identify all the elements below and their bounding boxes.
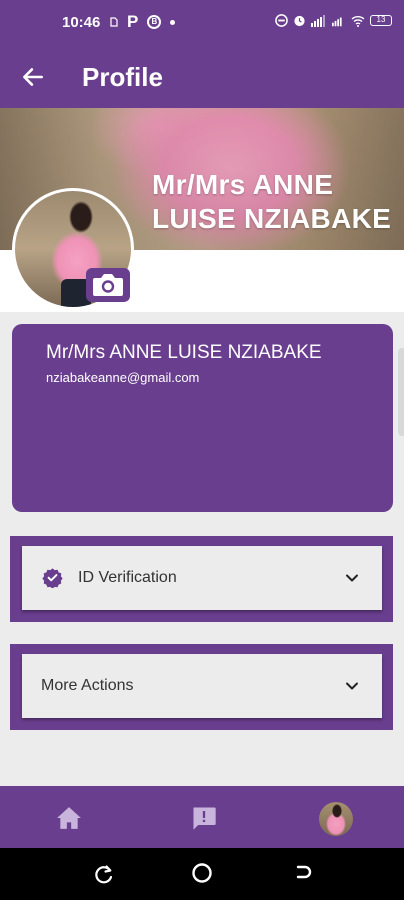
b-badge-icon: B	[147, 15, 162, 29]
chevron-down-icon[interactable]	[344, 570, 360, 586]
feedback-icon[interactable]	[190, 804, 218, 832]
system-nav-bar	[0, 848, 404, 900]
home-circle-icon[interactable]	[190, 861, 214, 885]
wifi-icon	[351, 15, 365, 27]
side-drawer-handle[interactable]	[398, 348, 404, 436]
dot-icon	[170, 19, 176, 25]
alarm-icon	[294, 15, 305, 27]
chevron-down-icon[interactable]	[344, 678, 360, 694]
id-verification-section: ID Verification	[10, 536, 393, 622]
parking-icon: P	[127, 12, 139, 31]
id-verification-label: ID Verification	[78, 569, 177, 586]
id-verification-header[interactable]: ID Verification	[22, 546, 382, 610]
status-time: 10:46	[62, 14, 101, 31]
arrow-left-icon[interactable]	[20, 64, 46, 90]
status-icons-right: 13	[275, 14, 392, 27]
cover-name: Mr/Mrs ANNE LUISE NZIABAKE	[152, 169, 392, 234]
more-actions-label: More Actions	[41, 677, 134, 694]
verified-badge-icon	[42, 568, 63, 588]
more-actions-header[interactable]: More Actions	[22, 654, 382, 718]
status-icons-left: P B	[110, 12, 176, 32]
app-bar: Profile	[0, 48, 404, 108]
nav-profile-avatar[interactable]	[319, 802, 353, 836]
more-actions-section: More Actions	[10, 644, 393, 730]
sim-icon	[110, 17, 118, 27]
battery-icon: 13	[370, 15, 392, 26]
rotate-back-icon[interactable]	[92, 862, 116, 886]
page-title: Profile	[82, 62, 163, 92]
data-icon	[332, 17, 342, 26]
signal-icon	[311, 14, 325, 27]
back-icon[interactable]	[290, 862, 314, 886]
profile-email: nziabakeanne@gmail.com	[46, 370, 200, 385]
camera-icon	[93, 274, 123, 296]
home-icon[interactable]	[56, 806, 82, 830]
status-bar: 10:46 P B 13	[0, 0, 404, 48]
dnd-icon	[275, 14, 288, 27]
bottom-nav	[0, 786, 404, 848]
profile-info-card: Mr/Mrs ANNE LUISE NZIABAKE nziabakeanne@…	[12, 324, 393, 512]
change-photo-button[interactable]	[86, 268, 130, 302]
profile-name: Mr/Mrs ANNE LUISE NZIABAKE	[46, 342, 322, 363]
